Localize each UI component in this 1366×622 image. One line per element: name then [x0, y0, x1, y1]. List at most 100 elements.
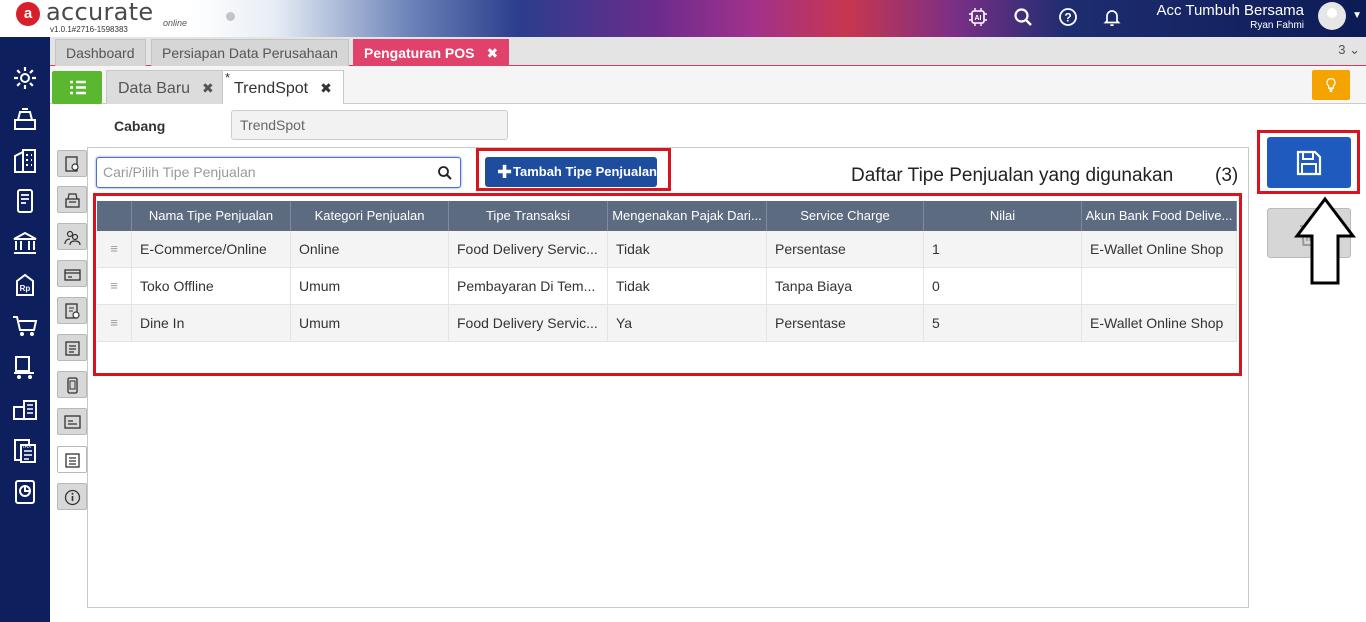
table-cell: Ya: [608, 305, 767, 341]
subtab-users-icon[interactable]: [57, 223, 87, 250]
cash-register-icon[interactable]: [11, 105, 39, 133]
table-row[interactable]: ≡ Toko Offline Umum Pembayaran Di Tem...…: [97, 268, 1237, 305]
avatar[interactable]: [1318, 2, 1346, 30]
subtab-info-icon[interactable]: [57, 483, 87, 510]
sales-type-search[interactable]: [96, 157, 461, 188]
status-dot: [226, 12, 235, 21]
table-cell: Tidak: [608, 231, 767, 267]
list-menu-button[interactable]: [52, 71, 102, 104]
sales-type-table: Nama Tipe Penjualan Kategori Penjualan T…: [97, 201, 1237, 342]
table-cell: E-Wallet Online Shop: [1082, 305, 1237, 341]
lightbulb-icon[interactable]: [1312, 70, 1350, 100]
table-row[interactable]: ≡ E-Commerce/Online Online Food Delivery…: [97, 231, 1237, 268]
app-version: v1.0.1#2716-1598383: [50, 25, 128, 34]
table-row[interactable]: ≡ Dine In Umum Food Delivery Servic... Y…: [97, 305, 1237, 342]
tab-persiapan-data[interactable]: Persiapan Data Perusahaan: [151, 39, 349, 66]
sales-cart-icon[interactable]: [11, 353, 39, 381]
top-bar: a accurate online v1.0.1#2716-1598383 AI…: [0, 0, 1366, 37]
list-count: (3): [1215, 165, 1239, 186]
table-cell: E-Commerce/Online: [132, 231, 291, 267]
tab-label: Persiapan Data Perusahaan: [162, 45, 338, 61]
column-header[interactable]: Nilai: [924, 201, 1082, 231]
column-header[interactable]: Tipe Transaksi: [449, 201, 608, 231]
search-input[interactable]: [103, 164, 423, 180]
modified-marker: *: [225, 70, 231, 85]
company-name[interactable]: Acc Tumbuh Bersama: [1156, 2, 1304, 19]
arrow-up-icon: [1294, 196, 1356, 285]
svg-text:?: ?: [1064, 11, 1071, 25]
table-cell: Online: [291, 231, 449, 267]
close-icon[interactable]: ✖: [320, 80, 332, 96]
tab-label: Data Baru: [118, 80, 191, 97]
save-button[interactable]: [1267, 137, 1351, 188]
drag-handle-icon[interactable]: ≡: [97, 231, 132, 267]
main-tab-bar: Dashboard Persiapan Data Perusahaan Peng…: [50, 37, 1366, 66]
cabang-label: Cabang: [114, 118, 166, 134]
search-icon[interactable]: [1013, 7, 1033, 27]
tab-pengaturan-pos[interactable]: Pengaturan POS ✖: [353, 39, 510, 66]
subtab-sales-type-icon[interactable]: [57, 446, 87, 473]
column-drag: [97, 201, 132, 231]
column-header[interactable]: Kategori Penjualan: [291, 201, 449, 231]
subtab-document-icon[interactable]: [57, 334, 87, 361]
tab-dashboard[interactable]: Dashboard: [55, 39, 146, 66]
accurate-logo-icon: a: [16, 2, 40, 26]
left-nav: Rp TAX: [0, 37, 50, 622]
tab-data-baru[interactable]: Data Baru ✖: [106, 70, 226, 104]
building-icon[interactable]: [11, 147, 39, 175]
subtab-receipt-icon[interactable]: [57, 297, 87, 324]
mobile-ledger-icon[interactable]: [11, 187, 39, 215]
drag-handle-icon[interactable]: ≡: [97, 305, 132, 341]
table-cell: 5: [924, 305, 1082, 341]
tab-trendspot[interactable]: * TrendSpot ✖: [222, 70, 344, 104]
subtab-display-icon[interactable]: [57, 408, 87, 435]
table-cell: E-Wallet Online Shop: [1082, 231, 1237, 267]
plus-icon: ✚: [497, 162, 513, 182]
list-title: Daftar Tipe Penjualan yang digunakan: [851, 165, 1174, 186]
user-name: Ryan Fahmi: [1250, 20, 1304, 31]
table-cell: Umum: [291, 268, 449, 304]
ai-chip-icon[interactable]: AI: [968, 7, 988, 27]
settings-gear-icon[interactable]: [11, 64, 39, 92]
column-header[interactable]: Nama Tipe Penjualan: [132, 201, 291, 231]
subtab-payment-icon[interactable]: [57, 260, 87, 287]
column-header[interactable]: Mengenakan Pajak Dari...: [608, 201, 767, 231]
close-icon[interactable]: ✖: [202, 80, 214, 96]
table-cell: 0: [924, 268, 1082, 304]
bank-icon[interactable]: [11, 229, 39, 257]
svg-text:TAX: TAX: [22, 444, 32, 450]
tax-document-icon[interactable]: TAX: [11, 437, 39, 465]
help-icon[interactable]: ?: [1058, 7, 1078, 27]
report-chart-icon[interactable]: [11, 478, 39, 506]
search-icon[interactable]: [437, 165, 453, 181]
add-sales-type-button[interactable]: ✚ Tambah Tipe Penjualan: [485, 157, 657, 187]
subtab-general-icon[interactable]: [57, 150, 87, 177]
table-cell: Toko Offline: [132, 268, 291, 304]
chevron-down-icon[interactable]: ▼: [1352, 10, 1362, 21]
open-tab-count[interactable]: 3 ⌄: [1338, 42, 1360, 58]
table-cell: Persentase: [767, 231, 924, 267]
svg-text:Rp: Rp: [20, 284, 31, 293]
table-cell: Dine In: [132, 305, 291, 341]
table-cell: Food Delivery Servic...: [449, 305, 608, 341]
cabang-field[interactable]: TrendSpot: [231, 110, 508, 140]
column-header[interactable]: Service Charge: [767, 201, 924, 231]
svg-text:AI: AI: [975, 15, 982, 22]
close-icon[interactable]: ✖: [486, 45, 498, 61]
payment-rp-icon[interactable]: Rp: [11, 271, 39, 299]
table-cell: Food Delivery Servic...: [449, 231, 608, 267]
table-cell: Pembayaran Di Tem...: [449, 268, 608, 304]
column-header[interactable]: Akun Bank Food Delive...: [1082, 201, 1237, 231]
table-body: ≡ E-Commerce/Online Online Food Delivery…: [97, 231, 1237, 342]
table-cell: Tidak: [608, 268, 767, 304]
shopping-cart-icon[interactable]: [11, 312, 39, 340]
notification-bell-icon[interactable]: [1102, 7, 1122, 27]
tab-label: Dashboard: [66, 45, 135, 61]
save-disk-icon: [1296, 150, 1322, 176]
subtab-device-icon[interactable]: [57, 371, 87, 398]
drag-handle-icon[interactable]: ≡: [97, 268, 132, 304]
table-cell: Tanpa Biaya: [767, 268, 924, 304]
inventory-icon[interactable]: [11, 395, 39, 423]
subtab-cashier-icon[interactable]: [57, 186, 87, 213]
table-cell: Umum: [291, 305, 449, 341]
